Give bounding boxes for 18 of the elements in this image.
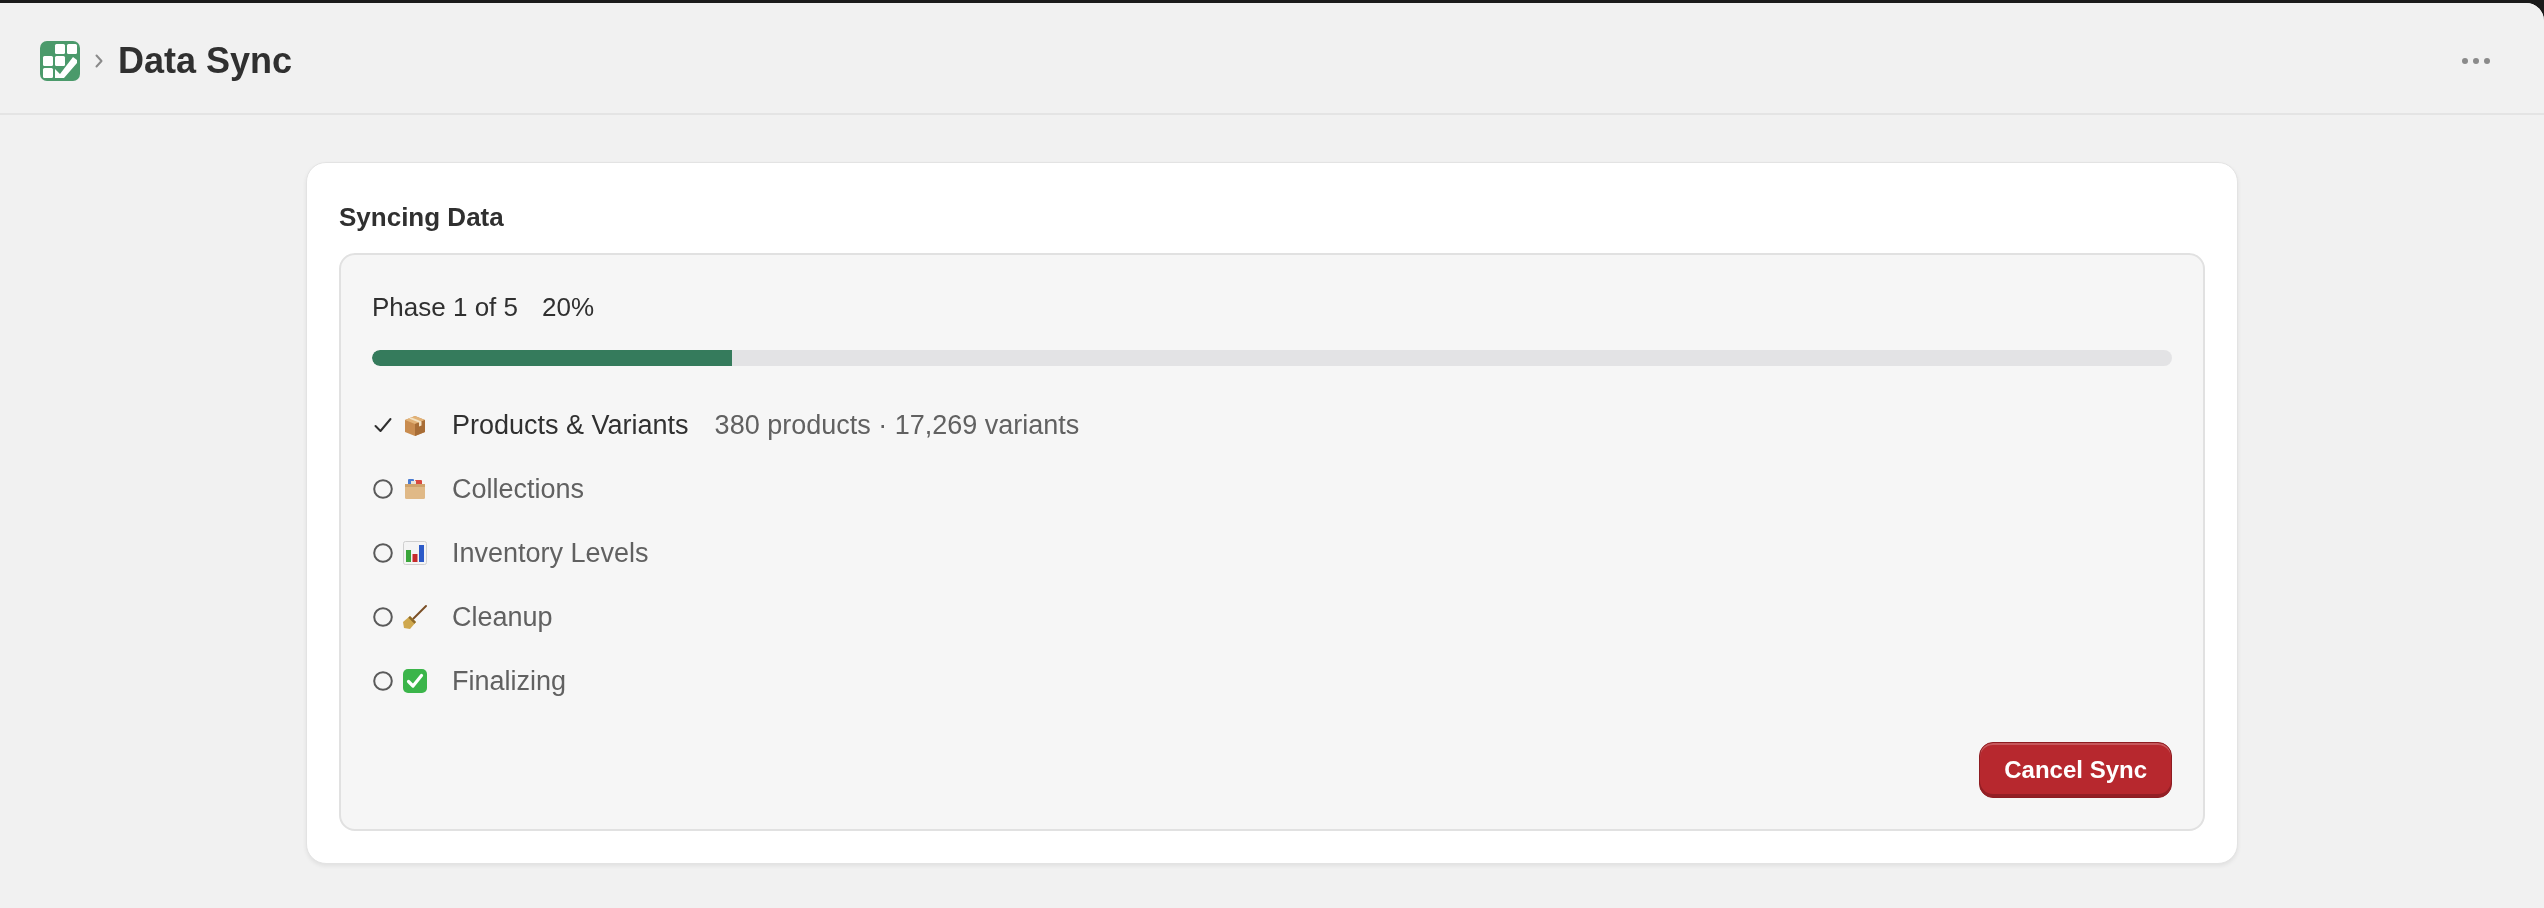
step-label: Inventory Levels <box>452 537 649 570</box>
step-label: Cleanup <box>452 601 553 634</box>
bar-chart-icon <box>402 540 428 566</box>
more-icon <box>2462 58 2490 64</box>
page-title: Data Sync <box>118 39 293 83</box>
chevron-icon <box>95 54 103 68</box>
step-detail: 380 products · 17,269 variants <box>714 409 1080 442</box>
card-title: Syncing Data <box>339 201 504 233</box>
percent-label: 20% <box>542 291 595 323</box>
step-label: Collections <box>452 473 585 506</box>
grid-logo-icon <box>40 41 80 81</box>
card-file-box-icon <box>402 476 428 502</box>
phase-label: Phase 1 of 5 <box>372 291 518 323</box>
step-label: Products & Variants <box>452 409 689 442</box>
cancel-button[interactable]: Cancel Sync <box>1979 742 2172 798</box>
broom-icon <box>402 604 428 630</box>
step-label: Finalizing <box>452 665 567 698</box>
check-box-icon <box>402 668 428 694</box>
